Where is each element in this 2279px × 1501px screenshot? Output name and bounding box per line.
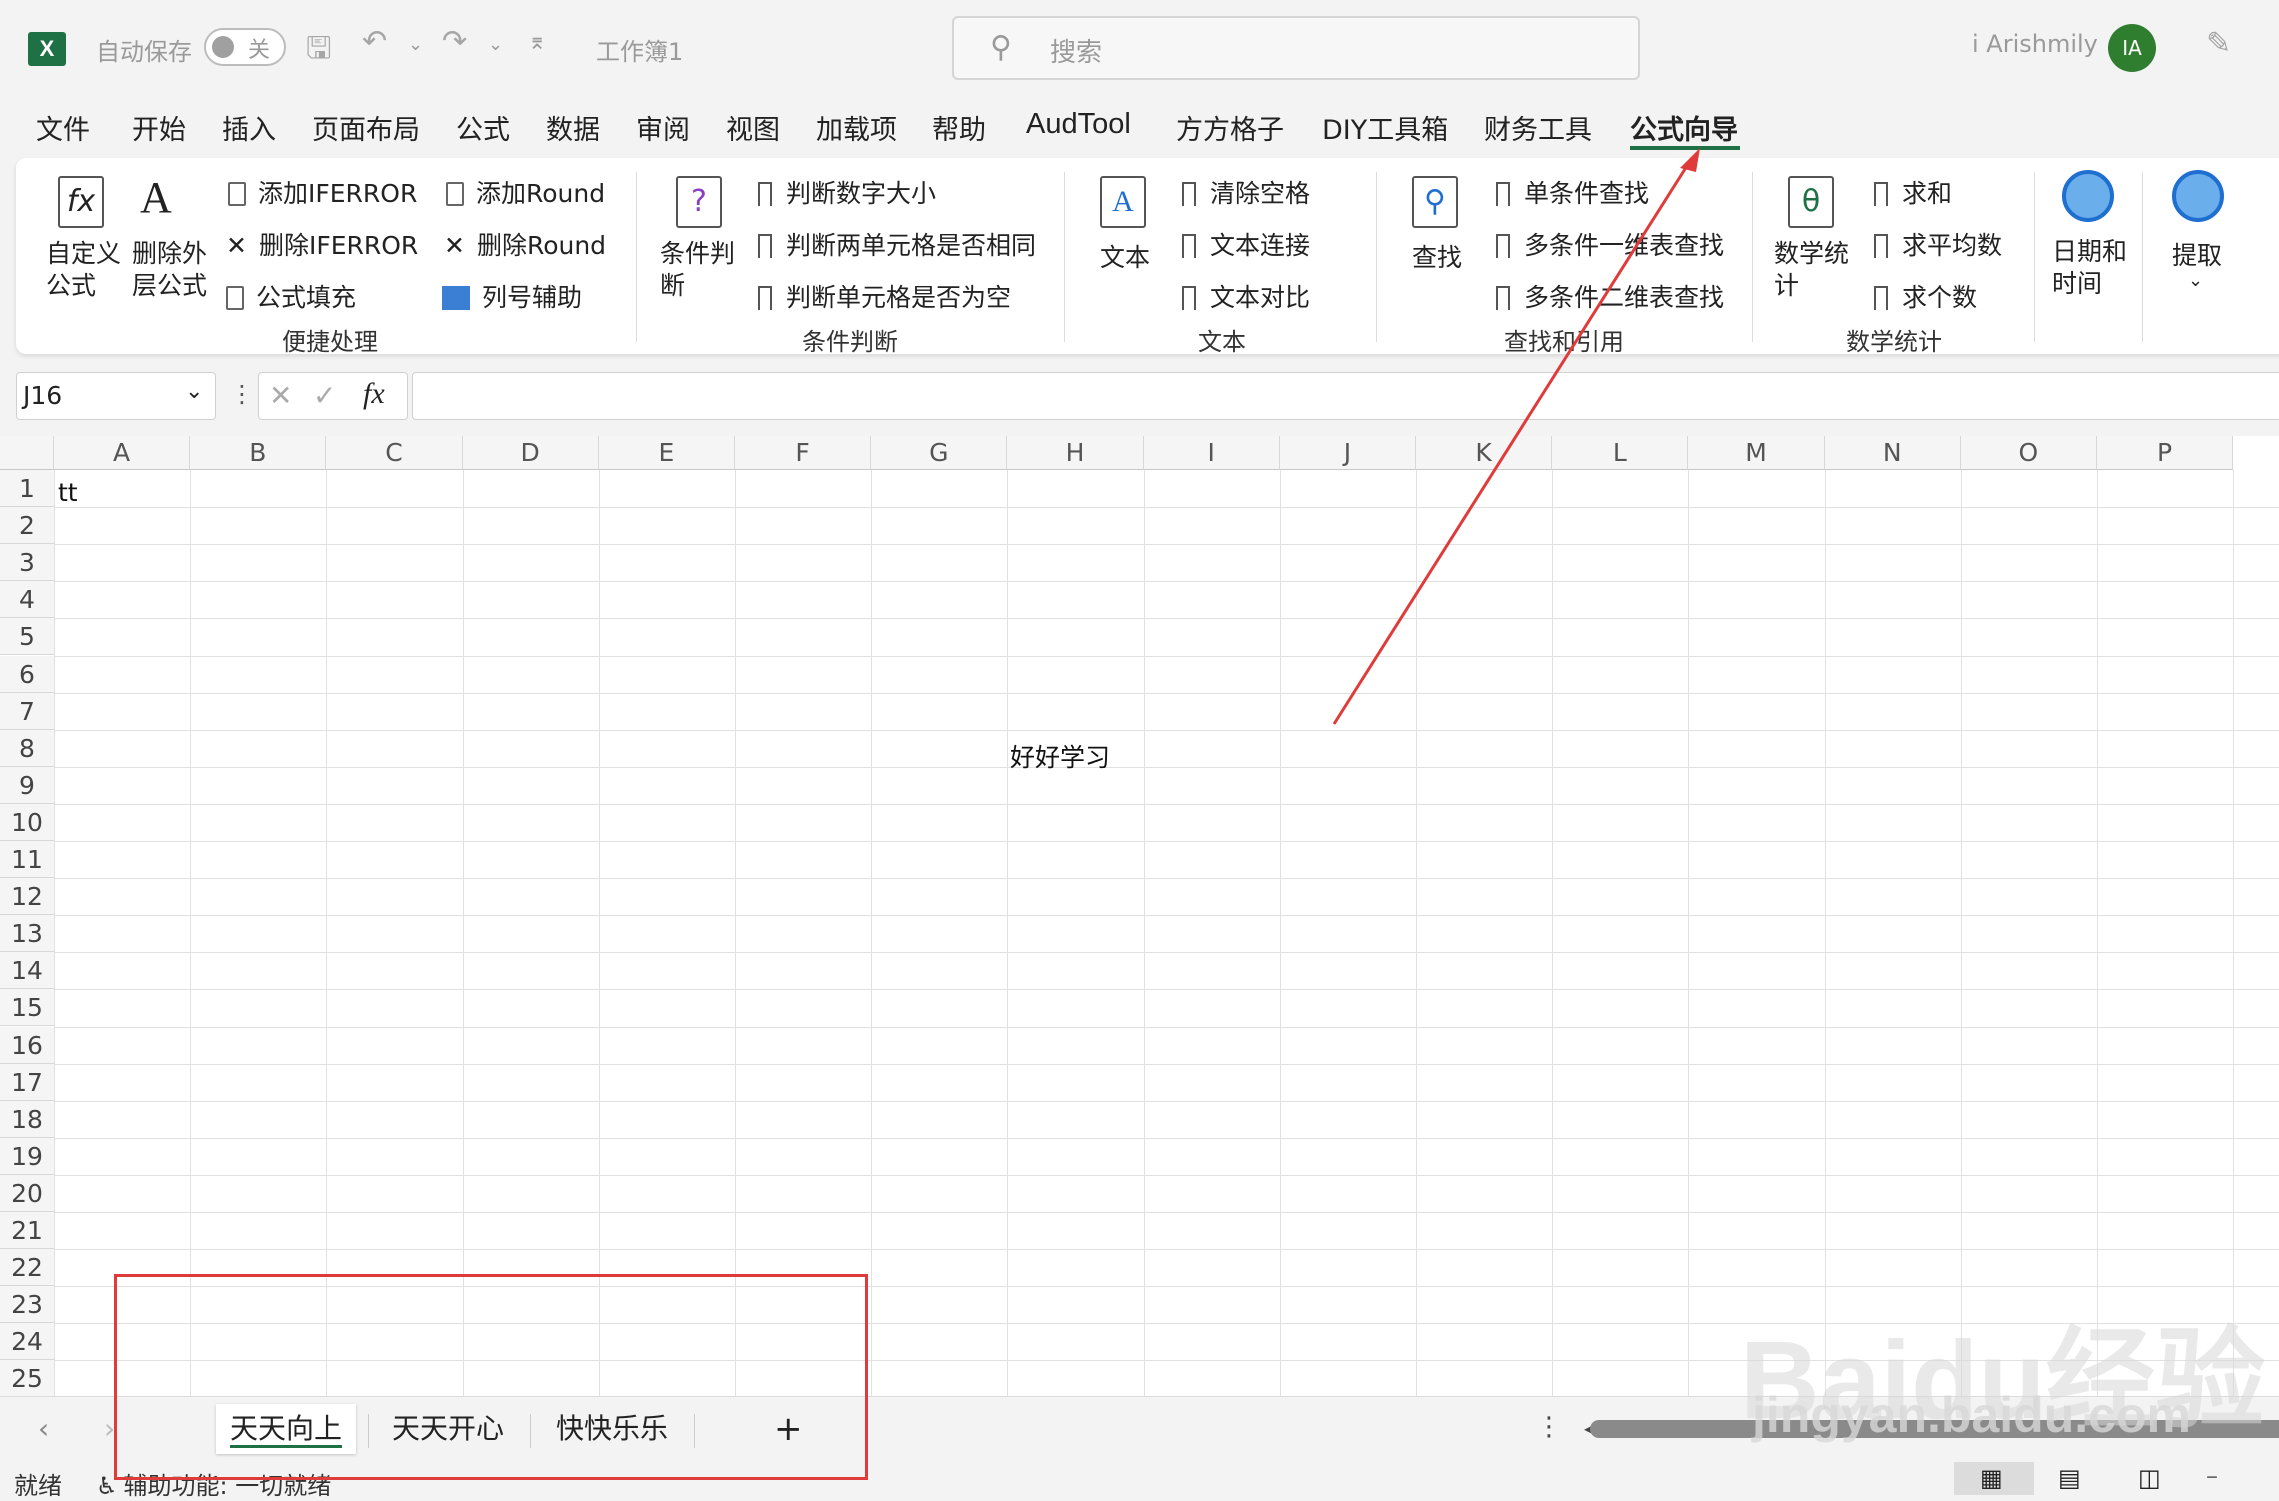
- annotation-arrow-head: [1680, 148, 1700, 172]
- annotation-box: [114, 1274, 868, 1480]
- watermark-url: jingyan.baidu.com: [1752, 1387, 2191, 1443]
- annotation-arrow-line: [1332, 157, 1694, 725]
- annotation-overlay: [1332, 148, 1700, 725]
